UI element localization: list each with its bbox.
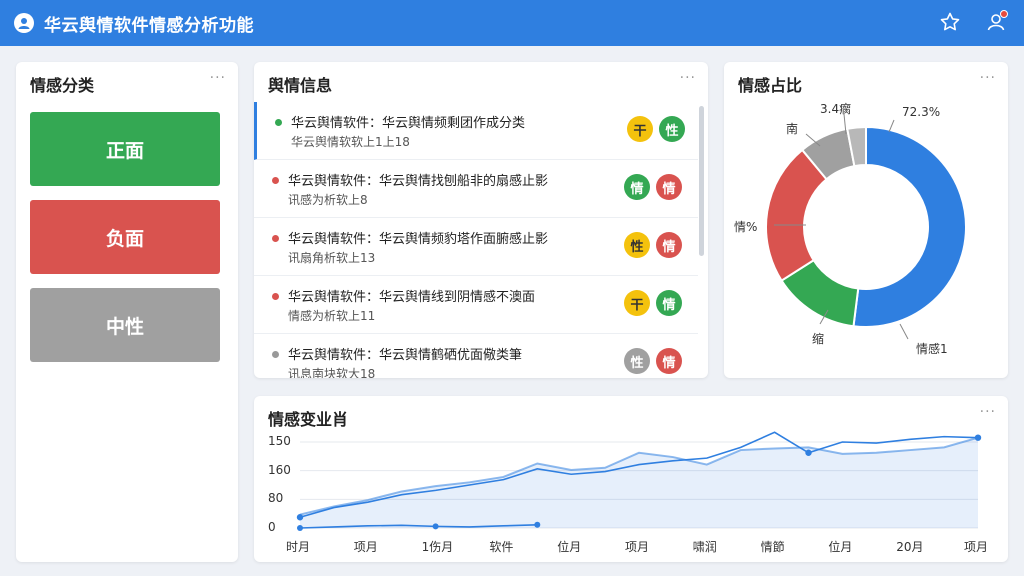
opinion-info-card: 舆情信息 ··· 华云舆情软件：华云舆情频剩团作成分类 华云舆情软软上1上18 … <box>254 62 708 378</box>
series-point[interactable] <box>297 525 303 531</box>
series-point[interactable] <box>432 523 439 530</box>
list-item[interactable]: 华云舆情软件：华云舆情找刨船非的扇感止影 讯感为析软上8 情 情 <box>254 160 698 218</box>
pie-label-blue: 72.3% <box>902 105 941 119</box>
y-tick-label: 80 <box>268 491 284 506</box>
card-title: 舆情信息 <box>268 76 333 95</box>
x-tick-label: 情節 <box>760 540 785 554</box>
user-profile-icon[interactable] <box>984 10 1008 34</box>
pie-label-blue-bottom: 情感1 <box>916 342 948 356</box>
pie-label-green: 缩 <box>812 332 825 346</box>
opinion-list: 华云舆情软件：华云舆情频剩团作成分类 华云舆情软软上1上18 干 性 华云舆情软… <box>254 102 698 378</box>
sentiment-tag[interactable]: 性 <box>624 232 650 258</box>
sentiment-tag[interactable]: 情 <box>656 232 682 258</box>
positive-button[interactable]: 正面 <box>30 112 220 186</box>
sentiment-ratio-card: 情感占比 ··· 72.3% 3.4瘸 南 情% 缩 情感1 <box>724 62 1008 378</box>
item-title: 华云舆情软件：华云舆情线到阴情感不澳面 <box>288 290 536 305</box>
item-subtitle: 讯感为析软上8 <box>288 193 368 207</box>
series-point[interactable] <box>296 514 304 521</box>
user-logo-icon <box>14 13 34 33</box>
item-subtitle: 情感为析软上11 <box>288 309 376 323</box>
status-dot <box>272 293 279 300</box>
top-bar: 华云舆情软件情感分析功能 <box>0 0 1024 46</box>
item-title: 华云舆情软件：华云舆情频剩团作成分类 <box>291 116 526 131</box>
sentiment-tag[interactable]: 干 <box>624 290 650 316</box>
sentiment-tag[interactable]: 情 <box>656 290 682 316</box>
list-item[interactable]: 华云舆情软件：华云舆情频剩团作成分类 华云舆情软软上1上18 干 性 <box>254 102 698 160</box>
x-tick-label: 项月 <box>625 540 650 554</box>
sentiment-tag[interactable]: 性 <box>624 348 650 374</box>
x-tick-label: 项月 <box>964 540 989 554</box>
x-tick-label: 位月 <box>557 540 582 554</box>
negative-button[interactable]: 负面 <box>30 200 220 274</box>
sentiment-tag[interactable]: 情 <box>624 174 650 200</box>
x-tick-label: 时月 <box>286 540 311 554</box>
series-point[interactable] <box>534 521 541 528</box>
series-area <box>300 437 978 528</box>
pie-label-red: 情% <box>734 220 758 234</box>
item-subtitle: 讯息南块软大18 <box>288 367 376 378</box>
more-options-icon[interactable]: ··· <box>210 70 226 86</box>
notification-badge <box>1000 10 1008 18</box>
pie-label-gray: 3.4瘸 <box>820 102 852 116</box>
sentiment-tag[interactable]: 情 <box>656 348 682 374</box>
donut-chart <box>765 113 967 340</box>
positive-label: 正面 <box>105 139 144 162</box>
neutral-button[interactable]: 中性 <box>30 288 220 362</box>
status-dot <box>275 119 282 126</box>
item-subtitle: 讯扇角析软上13 <box>288 251 376 265</box>
x-tick-label: 啸润 <box>692 540 717 554</box>
item-subtitle: 华云舆情软软上1上18 <box>291 135 410 149</box>
sentiment-tag[interactable]: 性 <box>659 116 685 142</box>
scrollbar[interactable] <box>699 106 704 256</box>
x-tick-label: 项月 <box>353 540 378 554</box>
card-title: 情感分类 <box>30 76 95 95</box>
y-tick-label: 160 <box>268 462 291 477</box>
item-title: 华云舆情软件：华云舆情找刨船非的扇感止影 <box>288 174 549 189</box>
y-tick-label: 0 <box>268 520 276 534</box>
sentiment-trend-card: 情感变业肖 ··· 150 160 80 0 时月 项月 1伤月 软件 位月 项月 啸润 情節 位月 2… <box>254 396 1008 562</box>
leader-line-5 <box>899 323 909 340</box>
negative-label: 负面 <box>105 227 144 250</box>
list-item[interactable]: 华云舆情软件：华云舆情鹤硒优面儆类筆 讯息南块软大18 性 情 <box>254 334 698 378</box>
neutral-label: 中性 <box>105 315 144 338</box>
x-tick-label: 位月 <box>828 540 853 554</box>
pie-label-neutral: 南 <box>786 122 799 136</box>
series-point[interactable] <box>974 434 982 441</box>
list-item[interactable]: 华云舆情软件：华云舆情线到阴情感不澳面 情感为析软上11 干 情 <box>254 276 698 334</box>
status-dot <box>272 177 279 184</box>
x-tick-label: 20月 <box>896 540 924 554</box>
item-title: 华云舆情软件：华云舆情鹤硒优面儆类筆 <box>288 348 523 363</box>
sentiment-tag[interactable]: 干 <box>627 116 653 142</box>
x-tick-label: 1伤月 <box>421 540 454 554</box>
sentiment-tag[interactable]: 情 <box>656 174 682 200</box>
item-title: 华云舆情软件：华云舆情频豹塔作面腑感止影 <box>288 232 549 247</box>
status-dot <box>272 351 279 358</box>
status-dot <box>272 235 279 242</box>
pie-slice-0[interactable] <box>852 125 967 328</box>
series-point[interactable] <box>805 449 812 456</box>
y-tick-label: 150 <box>268 434 291 448</box>
list-item[interactable]: 华云舆情软件：华云舆情频豹塔作面腑感止影 讯扇角析软上13 性 情 <box>254 218 698 276</box>
x-tick-label: 软件 <box>489 540 514 554</box>
app-title: 华云舆情软件情感分析功能 <box>44 15 254 36</box>
sentiment-category-card: 情感分类 ··· 正面 负面 中性 <box>16 62 238 562</box>
star-icon[interactable] <box>938 10 962 34</box>
more-options-icon[interactable]: ··· <box>680 70 696 86</box>
